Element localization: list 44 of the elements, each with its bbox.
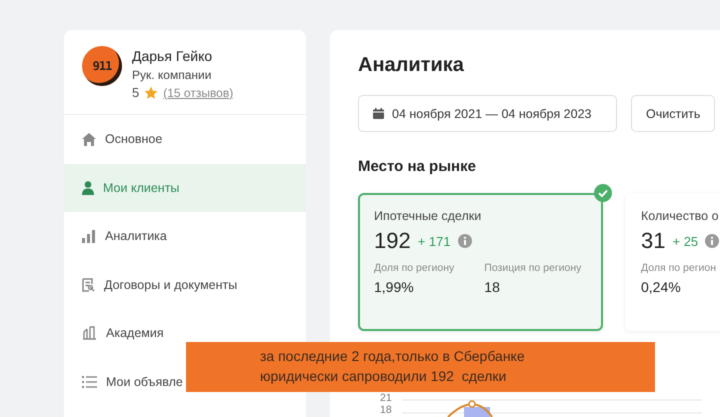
metric-delta: + 25: [672, 234, 698, 248]
axis-tick-label: 21: [380, 393, 392, 404]
stat-label: Позиция по региону: [484, 262, 582, 274]
banner-text: юридически сапроводили 192 сделки: [260, 367, 508, 386]
bar-chart-icon: [82, 230, 96, 243]
info-icon: [705, 234, 720, 248]
sidebar-item[interactable]: Мои объявле: [64, 358, 183, 406]
building-icon: [82, 326, 97, 340]
metric-title: Количество о: [641, 209, 720, 223]
clear-button[interactable]: Очистить: [631, 95, 716, 132]
calendar-icon: [373, 108, 384, 119]
metric-card[interactable]: Количество о 31 + 25 Доля по регион 0,24%: [625, 193, 720, 331]
stat-label: Доля по региону: [374, 262, 454, 274]
date-range-button[interactable]: 04 ноября 2021 — 04 ноября 2023: [358, 95, 617, 132]
sidebar-item[interactable]: Академия: [64, 309, 164, 358]
company-logo: 911: [82, 46, 122, 86]
banner-text: за последние 2 года,только в Сбербанке: [260, 347, 526, 366]
axis-tick-label: 18: [380, 405, 392, 416]
star-icon: [144, 86, 158, 100]
page-title: Аналитика: [358, 54, 465, 77]
sidebar-item[interactable]: Мои клиенты: [64, 164, 306, 212]
metric-title: Ипотечные сделки: [374, 209, 482, 223]
person-icon: [82, 180, 94, 195]
rating-value: 5: [132, 85, 140, 100]
document-icon: [82, 278, 95, 292]
sidebar-item[interactable]: Аналитика: [64, 212, 167, 260]
list-icon: [82, 376, 97, 388]
stat-value: 0,24%: [641, 279, 682, 295]
section-title: Место на рынке: [358, 158, 477, 175]
user-role: Рук. компании: [132, 68, 212, 82]
sidebar-item[interactable]: Договоры и документы: [64, 260, 238, 309]
metric-delta: + 171: [418, 234, 451, 248]
metric-card[interactable]: Ипотечные сделки 192 + 171 Доля по региону 1,99% Позиция по региону 18: [358, 193, 603, 331]
stat-value: 18: [484, 279, 501, 295]
stat-value: 1,99%: [374, 279, 415, 295]
check-icon: [594, 184, 612, 202]
user-name: Дарья Гейко: [132, 48, 214, 64]
sidebar-item[interactable]: Основное: [64, 115, 162, 164]
metric-value: 31: [641, 228, 666, 254]
home-icon: [82, 132, 96, 146]
info-icon: [458, 234, 472, 248]
stat-label: Доля по регион: [641, 262, 716, 274]
metric-value: 192: [374, 228, 411, 254]
reviews-link[interactable]: (15 отзывов): [163, 86, 234, 100]
